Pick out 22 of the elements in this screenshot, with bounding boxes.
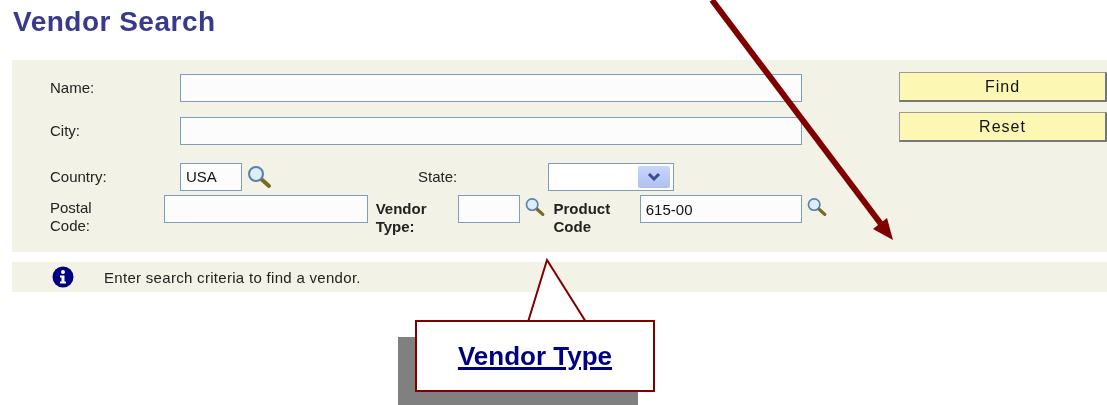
- page-title: Vendor Search: [12, 5, 217, 39]
- vendor-type-field[interactable]: [458, 195, 521, 224]
- state-dropdown[interactable]: [548, 162, 674, 191]
- field-label: Vendor Type:: [375, 199, 428, 237]
- reset-button[interactable]: Reset: [899, 112, 1107, 142]
- name-field[interactable]: [180, 74, 802, 103]
- search-icon[interactable]: [246, 164, 272, 189]
- country-field[interactable]: USA: [180, 162, 242, 191]
- chevron-down-icon: [647, 172, 661, 182]
- field-label: Product Code: [553, 199, 612, 237]
- message-text: Enter search criteria to find a vendor.: [104, 268, 361, 286]
- city-field[interactable]: [180, 117, 802, 146]
- info-icon: [52, 266, 74, 288]
- find-button[interactable]: Find: [899, 72, 1107, 102]
- field-label: Postal Code:: [50, 198, 93, 236]
- callout-link[interactable]: Vendor Type: [457, 340, 613, 372]
- field-label: Name:: [50, 79, 96, 98]
- field-label: State:: [418, 167, 459, 186]
- field-label: City:: [50, 122, 81, 141]
- field-label: Country:: [50, 167, 108, 186]
- product-code-field[interactable]: 615-00: [639, 195, 802, 224]
- postal-code-field[interactable]: [163, 195, 368, 224]
